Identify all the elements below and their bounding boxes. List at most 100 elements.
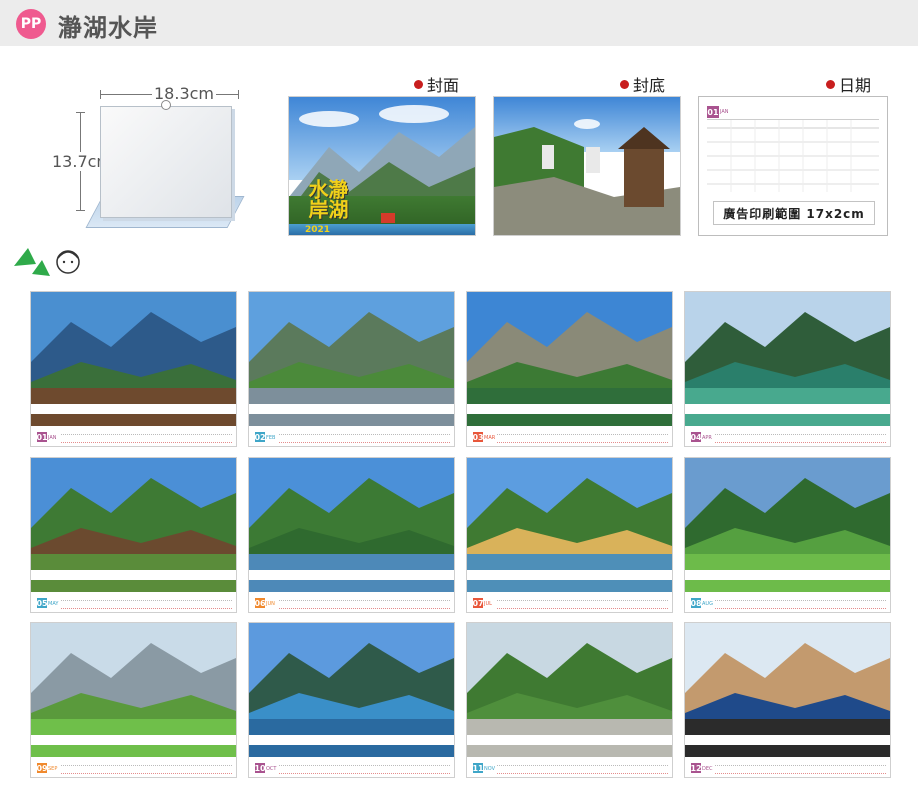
weekday-row bbox=[279, 760, 450, 766]
calendar-strip: 07 JUL bbox=[467, 592, 672, 612]
month-number: 09 bbox=[36, 763, 48, 773]
month-name: AUG bbox=[702, 601, 713, 607]
month-photo bbox=[31, 292, 236, 404]
date-page-grid bbox=[707, 119, 879, 192]
ad-print-area: 廣告印刷範圍 17x2cm bbox=[713, 201, 875, 225]
width-tick-left bbox=[100, 90, 101, 99]
month-card: 05 MAY bbox=[30, 457, 237, 613]
weekday-row bbox=[497, 595, 668, 601]
month-name: FEB bbox=[266, 435, 276, 441]
date-row bbox=[715, 767, 886, 774]
photo-reflection-strip bbox=[249, 404, 454, 426]
date-row bbox=[61, 767, 232, 774]
calendar-strip: 04 APR bbox=[685, 426, 890, 446]
month-card: 08 AUG bbox=[684, 457, 891, 613]
month-photo bbox=[249, 458, 454, 570]
month-card: 04 APR bbox=[684, 291, 891, 447]
month-number: 03 bbox=[472, 432, 484, 442]
red-dot-icon bbox=[414, 79, 423, 89]
stand-board bbox=[100, 106, 232, 218]
month-card: 09 SEP bbox=[30, 622, 237, 778]
calendar-strip: 08 AUG bbox=[685, 592, 890, 612]
month-name: OCT bbox=[266, 766, 277, 772]
brand-badge: PP bbox=[16, 9, 46, 39]
month-card: 02 FEB bbox=[248, 291, 455, 447]
calendar-strip: 09 SEP bbox=[31, 757, 236, 777]
month-card: 03 MAR bbox=[466, 291, 673, 447]
month-photo bbox=[31, 623, 236, 735]
date-page-preview: 01 JAN 廣告印刷範圍 17x2cm bbox=[698, 96, 888, 236]
stand-hole bbox=[161, 100, 171, 110]
height-tick-top bbox=[76, 112, 85, 113]
mascot-icon bbox=[14, 248, 80, 276]
date-row bbox=[279, 602, 450, 609]
date-row bbox=[715, 436, 886, 443]
month-photo bbox=[685, 458, 890, 570]
weekday-row bbox=[279, 595, 450, 601]
photo-reflection-strip bbox=[467, 404, 672, 426]
month-card: 12 DEC bbox=[684, 622, 891, 778]
date-row bbox=[279, 767, 450, 774]
calendar-strip: 01 JAN bbox=[31, 426, 236, 446]
date-row bbox=[715, 602, 886, 609]
date-row bbox=[497, 602, 668, 609]
month-card: 06 JUN bbox=[248, 457, 455, 613]
photo-reflection-strip bbox=[31, 570, 236, 592]
month-number: 10 bbox=[254, 763, 266, 773]
month-photo bbox=[467, 458, 672, 570]
date-row bbox=[497, 436, 668, 443]
month-name: MAY bbox=[48, 601, 59, 607]
month-number: 08 bbox=[690, 598, 702, 608]
header-bar: PP 瀞湖水岸 bbox=[0, 0, 918, 46]
back-scene bbox=[494, 127, 680, 235]
red-dot-icon bbox=[620, 79, 629, 89]
photo-reflection-strip bbox=[685, 735, 890, 757]
month-number: 04 bbox=[690, 432, 702, 442]
cover-label-text: 封面 bbox=[427, 76, 460, 95]
back-section-label: 封底 bbox=[620, 72, 665, 96]
month-card: 01 JAN bbox=[30, 291, 237, 447]
weekday-row bbox=[61, 595, 232, 601]
weekday-row bbox=[279, 429, 450, 435]
weekday-row bbox=[61, 760, 232, 766]
calendar-strip: 06 JUN bbox=[249, 592, 454, 612]
photo-reflection-strip bbox=[249, 735, 454, 757]
calendar-stand-mockup: 18.3cm 13.7cm bbox=[48, 78, 278, 248]
month-card: 11 NOV bbox=[466, 622, 673, 778]
calendar-strip: 02 FEB bbox=[249, 426, 454, 446]
month-number: 05 bbox=[36, 598, 48, 608]
date-page-month-number: 01 bbox=[707, 106, 719, 118]
calendar-strip: 12 DEC bbox=[685, 757, 890, 777]
month-photo bbox=[467, 623, 672, 735]
month-photo bbox=[467, 292, 672, 404]
month-name: JUL bbox=[484, 601, 492, 607]
date-row bbox=[61, 436, 232, 443]
photo-reflection-strip bbox=[685, 404, 890, 426]
month-name: JUN bbox=[266, 601, 275, 607]
width-label: 18.3cm bbox=[152, 84, 217, 103]
weekday-row bbox=[61, 429, 232, 435]
month-photo bbox=[249, 292, 454, 404]
month-number: 12 bbox=[690, 763, 702, 773]
cover-photo: 瀞湖水岸 2021 bbox=[288, 96, 476, 236]
month-card: 10 OCT bbox=[248, 622, 455, 778]
month-photo bbox=[31, 458, 236, 570]
date-row bbox=[497, 767, 668, 774]
photo-reflection-strip bbox=[249, 570, 454, 592]
month-name: APR bbox=[702, 435, 712, 441]
calendar-strip: 11 NOV bbox=[467, 757, 672, 777]
calendar-strip: 10 OCT bbox=[249, 757, 454, 777]
page-title: 瀞湖水岸 bbox=[58, 14, 158, 42]
back-photo bbox=[493, 96, 681, 236]
weekday-row bbox=[715, 760, 886, 766]
month-number: 07 bbox=[472, 598, 484, 608]
weekday-row bbox=[497, 760, 668, 766]
photo-reflection-strip bbox=[31, 735, 236, 757]
calendar-strip: 05 MAY bbox=[31, 592, 236, 612]
cover-section-label: 封面 bbox=[414, 72, 459, 96]
date-row bbox=[279, 436, 450, 443]
photo-reflection-strip bbox=[685, 570, 890, 592]
month-name: MAR bbox=[484, 435, 496, 441]
month-number: 06 bbox=[254, 598, 266, 608]
date-section-label: 日期 bbox=[826, 72, 871, 96]
